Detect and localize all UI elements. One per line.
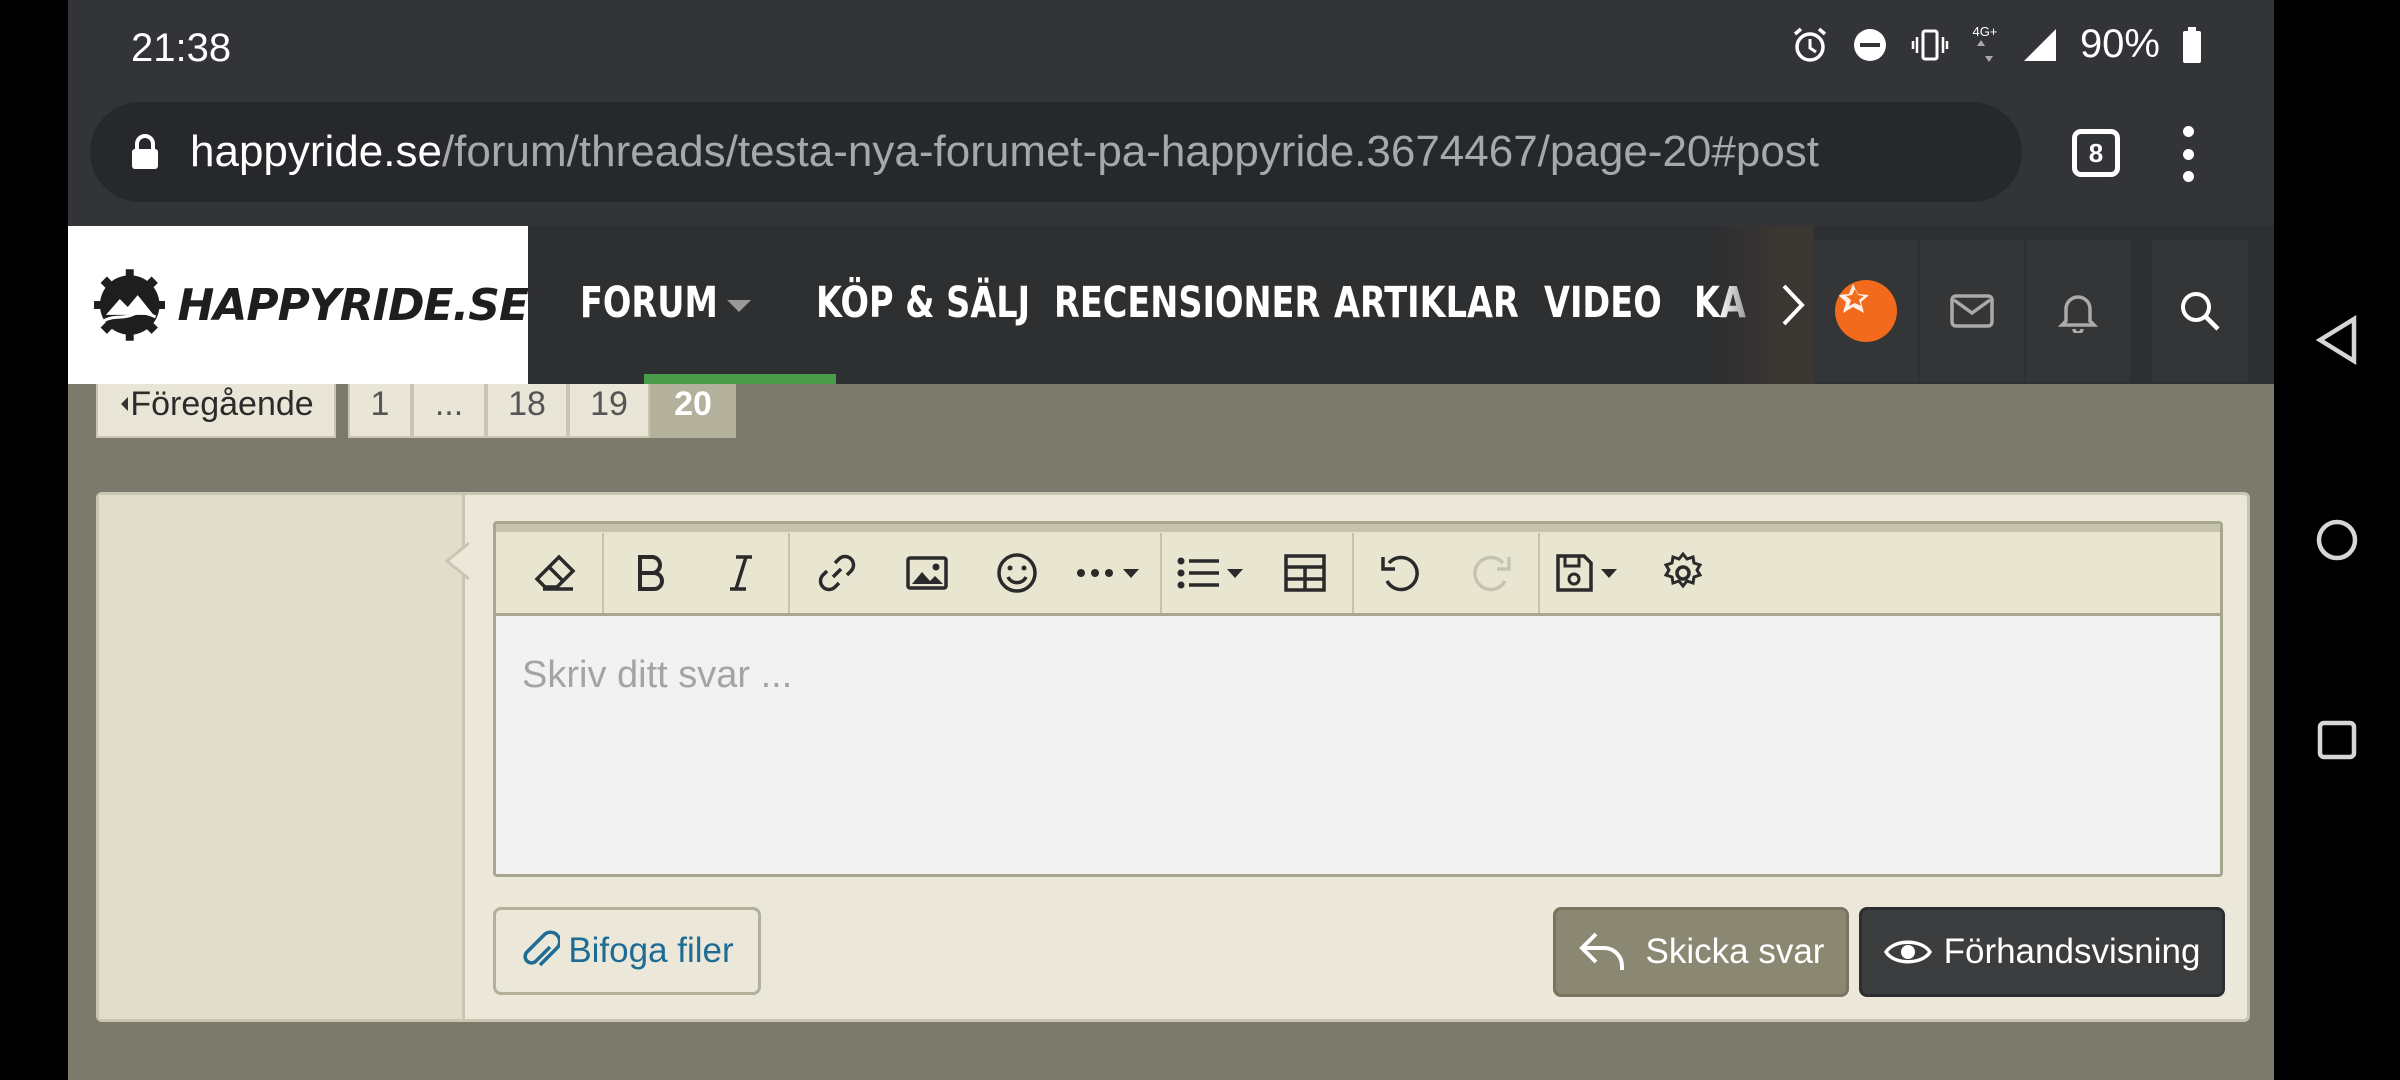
home-icon[interactable] <box>2307 510 2367 570</box>
site-header: HAPPYRIDE.SE FORUM KÖP & SÄLJ RECENSIONE… <box>68 226 2274 384</box>
network-type-label: 4G+ <box>1972 24 1998 39</box>
browser-menu-icon[interactable] <box>2178 126 2198 182</box>
back-icon[interactable] <box>2307 310 2367 370</box>
status-bar: 21:38 4G+ 90% <box>68 0 2274 96</box>
inbox-button[interactable] <box>1920 240 2024 382</box>
toolbar-separator <box>602 532 604 613</box>
battery-icon <box>2180 25 2204 65</box>
more-options-icon[interactable] <box>1062 538 1158 608</box>
avatar <box>1835 280 1897 342</box>
browser-toolbar: happyride.se/forum/threads/testa-nya-for… <box>68 96 2274 226</box>
attach-files-button[interactable]: Bifoga filer <box>493 907 761 995</box>
data-arrows-icon: 4G+ <box>1970 25 2000 65</box>
smiley-icon[interactable] <box>972 538 1062 608</box>
attach-files-label: Bifoga filer <box>568 931 734 970</box>
avatar-star-icon <box>1838 284 1869 313</box>
signal-icon <box>2020 25 2060 65</box>
quick-reply-block: Skriv ditt svar ... Bifoga filer Skicka … <box>96 492 2250 1022</box>
alerts-button[interactable] <box>2026 240 2130 382</box>
caret-left-icon <box>121 397 129 411</box>
url-domain: happyride.se <box>190 127 442 176</box>
url-path: /forum/threads/testa-nya-forumet-pa-happ… <box>441 127 1820 176</box>
android-navigation-bar <box>2274 0 2400 1080</box>
search-icon <box>2181 292 2220 331</box>
header-user-actions <box>1814 240 2132 382</box>
url-text: happyride.se/forum/threads/testa-nya-for… <box>190 127 1819 177</box>
mail-icon <box>1950 294 1994 328</box>
toolbar-separator <box>1160 532 1162 613</box>
undo-icon[interactable] <box>1356 538 1446 608</box>
nav-recensioner[interactable]: RECENSIONER <box>1054 278 1320 328</box>
vibrate-icon <box>1910 25 1950 65</box>
status-time: 21:38 <box>131 26 232 70</box>
nav-artiklar[interactable]: ARTIKLAR <box>1334 278 1519 328</box>
alarm-icon <box>1790 25 1830 65</box>
pagination-previous-label: Föregående <box>130 384 314 423</box>
editor-toolbar <box>496 524 2220 616</box>
dnd-icon <box>1850 25 1890 65</box>
toolbar-separator <box>1352 532 1354 613</box>
nav-scroll-right-icon[interactable] <box>1768 270 1818 340</box>
redo-icon <box>1446 538 1536 608</box>
forum-active-indicator <box>644 374 836 384</box>
settings-icon[interactable] <box>1638 538 1728 608</box>
bell-icon <box>2058 295 2098 333</box>
paperclip-icon <box>523 930 561 967</box>
reply-icon <box>1578 932 1624 970</box>
gear-mountain-logo-icon <box>94 269 166 341</box>
table-icon[interactable] <box>1260 538 1350 608</box>
reply-pointer-arrow <box>444 541 469 581</box>
chevron-down-icon[interactable] <box>724 296 754 316</box>
list-icon[interactable] <box>1164 538 1260 608</box>
save-draft-icon[interactable] <box>1542 538 1638 608</box>
toolbar-separator <box>788 532 790 613</box>
toolbar-separator <box>1538 532 1540 613</box>
site-logo[interactable]: HAPPYRIDE.SE <box>68 226 529 384</box>
tab-switcher-button[interactable]: 8 <box>2072 129 2120 177</box>
address-bar[interactable]: happyride.se/forum/threads/testa-nya-for… <box>90 102 2022 202</box>
logo-text: HAPPYRIDE.SE <box>177 279 529 331</box>
eye-icon <box>1883 940 1932 964</box>
search-button[interactable] <box>2152 240 2248 382</box>
eraser-icon[interactable] <box>510 538 600 608</box>
lock-icon <box>130 130 166 174</box>
link-icon[interactable] <box>792 538 882 608</box>
reply-user-column <box>99 495 465 1019</box>
reply-editor: Skriv ditt svar ... <box>493 521 2223 877</box>
editor-textarea[interactable]: Skriv ditt svar ... <box>496 616 2220 735</box>
status-icons: 4G+ 90% <box>1790 22 2204 67</box>
preview-button[interactable]: Förhandsvisning <box>1859 907 2225 997</box>
italic-icon[interactable] <box>696 538 786 608</box>
battery-percent: 90% <box>2079 22 2160 66</box>
left-black-strip <box>0 0 68 1080</box>
preview-label: Förhandsvisning <box>1943 932 2201 971</box>
nav-forum[interactable]: FORUM <box>580 278 718 328</box>
image-icon[interactable] <box>882 538 972 608</box>
account-button[interactable] <box>1814 240 1918 382</box>
nav-kop-salj[interactable]: KÖP & SÄLJ <box>816 278 1030 328</box>
send-reply-label: Skicka svar <box>1645 932 1825 971</box>
send-reply-button[interactable]: Skicka svar <box>1553 907 1849 997</box>
nav-video[interactable]: VIDEO <box>1544 278 1662 328</box>
bold-icon[interactable] <box>606 538 696 608</box>
recents-icon[interactable] <box>2307 710 2367 770</box>
